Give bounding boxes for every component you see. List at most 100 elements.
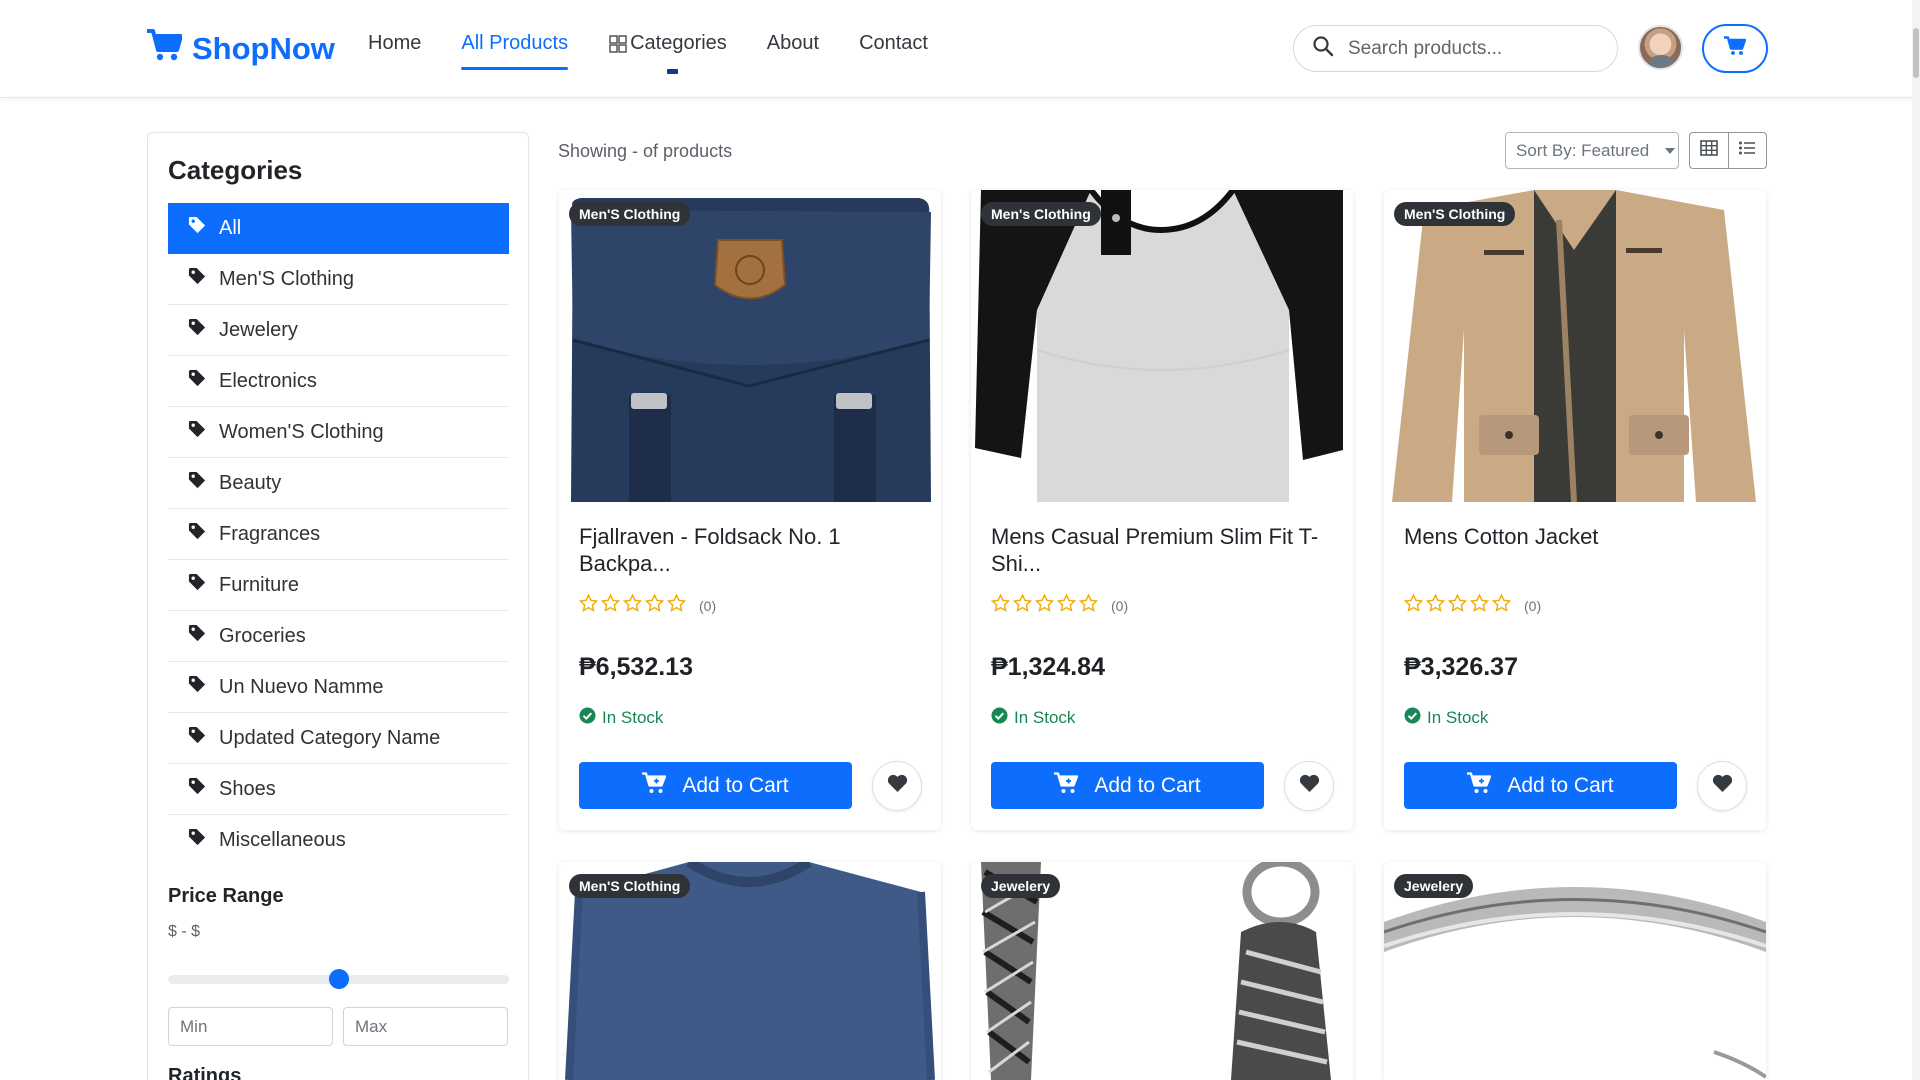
cart-plus-icon xyxy=(1467,771,1492,800)
category-label: Fragrances xyxy=(219,522,321,545)
add-to-cart-label: Add to Cart xyxy=(1507,773,1614,797)
star-outline-icon xyxy=(644,593,665,617)
product-price: ₱3,326.37 xyxy=(1404,653,1518,681)
add-to-cart-button[interactable]: Add to Cart xyxy=(579,762,852,809)
nav-categories[interactable]: Categories xyxy=(608,32,727,74)
cart-plus-icon xyxy=(1054,771,1079,800)
tag-icon xyxy=(188,471,207,496)
list-view-button[interactable] xyxy=(1727,133,1767,168)
add-to-cart-label: Add to Cart xyxy=(682,773,789,797)
product-price: ₱1,324.84 xyxy=(991,653,1105,681)
product-card[interactable]: Men'S Clothing Mens Cotton Jacket (0) ₱3… xyxy=(1384,190,1766,830)
category-label: Shoes xyxy=(219,777,276,800)
product-image-chain-bracelet[interactable]: Jewelery xyxy=(971,862,1353,1080)
min-price-input[interactable] xyxy=(168,1007,333,1046)
max-price-input[interactable] xyxy=(343,1007,508,1046)
category-item-womens-clothing[interactable]: Women'S Clothing xyxy=(168,407,509,458)
star-outline-icon xyxy=(666,593,687,617)
category-item-jewelery[interactable]: Jewelery xyxy=(168,305,509,356)
scrollbar-thumb[interactable] xyxy=(1913,28,1919,78)
search-bar xyxy=(1293,25,1618,72)
category-item-beauty[interactable]: Beauty xyxy=(168,458,509,509)
top-navbar: ShopNow Home All Products Categories Abo… xyxy=(0,0,1920,98)
product-image-jacket[interactable]: Men'S Clothing xyxy=(1384,190,1766,502)
product-title[interactable]: Mens Casual Premium Slim Fit T- Shi... xyxy=(991,523,1331,577)
nav-contact[interactable]: Contact xyxy=(859,32,928,70)
rating-stars: (0) xyxy=(1403,593,1542,617)
wishlist-button[interactable] xyxy=(872,761,922,811)
wishlist-button[interactable] xyxy=(1697,761,1747,811)
category-item-miscellaneous[interactable]: Miscellaneous xyxy=(168,815,509,866)
price-slider[interactable] xyxy=(168,969,509,989)
categories-heading: Categories xyxy=(168,155,303,185)
add-to-cart-label: Add to Cart xyxy=(1094,773,1201,797)
add-to-cart-button[interactable]: Add to Cart xyxy=(1404,762,1677,809)
category-label: Electronics xyxy=(219,369,317,392)
main-nav: Home All Products Categories About Conta… xyxy=(368,32,928,74)
category-badge: Men'S Clothing xyxy=(569,874,691,898)
brand-logo[interactable]: ShopNow xyxy=(146,28,335,70)
nav-all-products[interactable]: All Products xyxy=(461,32,568,70)
category-item-all[interactable]: All xyxy=(168,203,509,254)
category-item-un-nuevo-namme[interactable]: Un Nuevo Namme xyxy=(168,662,509,713)
category-badge: Jewelery xyxy=(981,874,1061,898)
category-label: Un Nuevo Namme xyxy=(219,675,384,698)
rating-count: (0) xyxy=(1524,597,1542,614)
brand-name: ShopNow xyxy=(192,31,335,66)
product-card[interactable]: Jewelery xyxy=(971,862,1353,1080)
nav-categories-label: Categories xyxy=(630,32,727,54)
tag-icon xyxy=(188,828,207,853)
check-circle-icon xyxy=(1404,707,1421,729)
product-image-long-sleeve-shirt[interactable]: Men'S Clothing xyxy=(559,862,941,1080)
category-item-updated-category-name[interactable]: Updated Category Name xyxy=(168,713,509,764)
cart-button[interactable] xyxy=(1702,24,1768,73)
category-item-groceries[interactable]: Groceries xyxy=(168,611,509,662)
star-outline-icon xyxy=(1012,593,1033,617)
product-card[interactable]: Jewelery xyxy=(1384,862,1766,1080)
product-title-line: Mens Cotton Jacket xyxy=(1404,524,1599,549)
filter-sidebar: Categories All Men'S Clothing Jewelery E… xyxy=(147,132,529,1080)
product-image-silver-ring[interactable]: Jewelery xyxy=(1384,862,1766,1080)
category-item-shoes[interactable]: Shoes xyxy=(168,764,509,815)
sort-label: Sort By: Featured xyxy=(1516,140,1650,160)
product-card[interactable]: Men'S Clothing xyxy=(559,862,941,1080)
view-toggle xyxy=(1689,132,1767,169)
results-count: Showing - of products xyxy=(558,141,733,161)
price-range-value: $ - $ xyxy=(168,923,201,940)
stock-status: In Stock xyxy=(1404,707,1488,729)
product-image-raglan-tshirt[interactable]: Men's Clothing xyxy=(971,190,1353,502)
category-badge: Jewelery xyxy=(1394,874,1474,898)
add-to-cart-button[interactable]: Add to Cart xyxy=(991,762,1264,809)
wishlist-button[interactable] xyxy=(1284,761,1334,811)
star-outline-icon xyxy=(1078,593,1099,617)
search-icon xyxy=(1312,35,1334,62)
dropdown-indicator xyxy=(667,69,679,74)
nav-about[interactable]: About xyxy=(767,32,819,70)
product-title[interactable]: Mens Cotton Jacket xyxy=(1404,523,1744,550)
product-card[interactable]: Men'S Clothing Fjallraven - Foldsack No.… xyxy=(559,190,941,830)
ratings-heading: Ratings xyxy=(168,1065,242,1080)
category-badge: Men's Clothing xyxy=(981,202,1101,226)
product-card[interactable]: Men's Clothing Mens Casual Premium Slim … xyxy=(971,190,1353,830)
grid-view-button[interactable] xyxy=(1690,133,1728,168)
category-item-mens-clothing[interactable]: Men'S Clothing xyxy=(168,254,509,305)
star-outline-icon xyxy=(1491,593,1512,617)
category-label: Jewelery xyxy=(219,318,298,341)
search-input[interactable] xyxy=(1348,37,1588,60)
category-item-electronics[interactable]: Electronics xyxy=(168,356,509,407)
product-image-backpack[interactable]: Men'S Clothing xyxy=(559,190,941,502)
tag-icon xyxy=(188,675,207,700)
tag-icon xyxy=(188,624,207,649)
tag-icon xyxy=(188,216,207,241)
sort-dropdown[interactable]: Sort By: Featured xyxy=(1505,132,1679,169)
category-list: All Men'S Clothing Jewelery Electronics … xyxy=(168,203,509,866)
user-avatar[interactable] xyxy=(1638,25,1683,70)
category-item-furniture[interactable]: Furniture xyxy=(168,560,509,611)
page-scrollbar[interactable] xyxy=(1912,0,1920,1080)
price-slider-handle[interactable] xyxy=(329,969,349,989)
heart-icon xyxy=(1299,774,1320,798)
category-item-fragrances[interactable]: Fragrances xyxy=(168,509,509,560)
nav-home[interactable]: Home xyxy=(368,32,421,70)
product-title[interactable]: Fjallraven - Foldsack No. 1 Backpa... xyxy=(579,523,919,577)
grid-view-icon xyxy=(1699,140,1718,161)
